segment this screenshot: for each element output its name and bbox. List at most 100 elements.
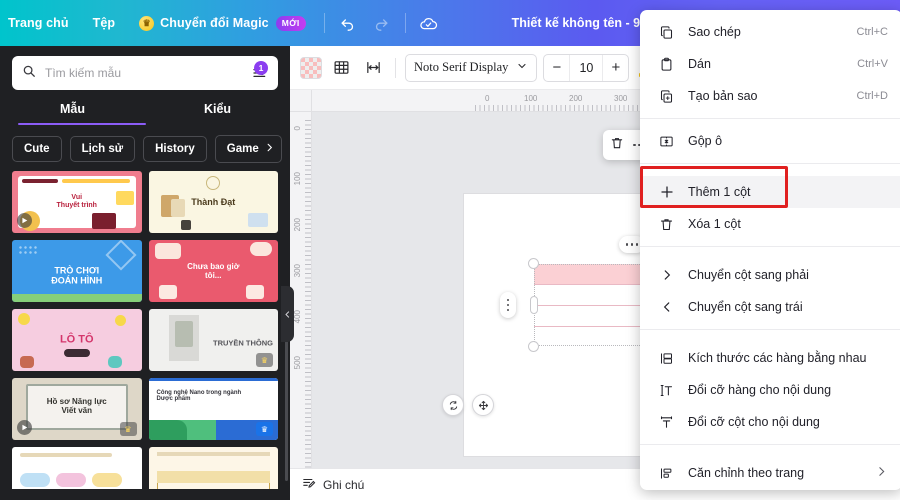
font-size-value[interactable]: 10 bbox=[569, 54, 604, 81]
font-size-decrease-button[interactable]: − bbox=[544, 55, 569, 81]
menu-item-duplicate-label: Tạo bản sao bbox=[688, 89, 758, 103]
font-family-value: Noto Serif Display bbox=[414, 60, 509, 74]
menu-item-copy[interactable]: Sao chép Ctrl+C bbox=[640, 16, 900, 48]
template-title: Hồ sơ Năng lực Viết văn bbox=[46, 396, 107, 415]
submenu-chevron-right-icon bbox=[875, 465, 888, 481]
font-size-increase-button[interactable]: + bbox=[603, 55, 628, 81]
ruler-tick: 100 bbox=[293, 172, 302, 186]
ruler-tick: 200 bbox=[293, 218, 302, 232]
chip-cute[interactable]: Cute bbox=[12, 136, 62, 162]
template-card[interactable]: Vui Thuyết trình bbox=[12, 171, 142, 233]
template-title: Công nghệ Nano trong ngành Dược phẩm bbox=[156, 389, 242, 403]
crown-badge: ♛ bbox=[256, 422, 273, 436]
ruler-tick: 300 bbox=[293, 264, 302, 278]
template-card[interactable]: Công nghệ Nano trong ngành Dược phẩm ♛ bbox=[148, 378, 278, 440]
template-card[interactable]: TRUYỀN THÔNG ♛ bbox=[148, 309, 278, 371]
menu-item-fit-column-to-content[interactable]: Đổi cỡ cột cho nội dung bbox=[640, 406, 900, 438]
copy-icon bbox=[658, 25, 675, 40]
menu-home-label: Trang chủ bbox=[8, 16, 69, 30]
sidebar-collapse-button[interactable] bbox=[281, 286, 294, 342]
chip-lich-su[interactable]: Lịch sử bbox=[69, 136, 136, 162]
menu-magic-switch[interactable]: ♛ Chuyển đổi Magic MỚI bbox=[127, 0, 317, 46]
template-title: LÔ TÔ bbox=[59, 333, 94, 346]
search-input[interactable]: Tìm kiếm mẫu 1 bbox=[12, 56, 278, 90]
chevron-right-icon[interactable] bbox=[264, 142, 275, 156]
menu-file[interactable]: Tệp bbox=[81, 0, 128, 46]
menu-item-move-column-right-label: Chuyển cột sang phải bbox=[688, 268, 809, 282]
cloud-saved-icon[interactable] bbox=[414, 8, 444, 38]
ruler-tick: 500 bbox=[293, 356, 302, 370]
redo-icon[interactable] bbox=[367, 8, 397, 38]
column-width-icon[interactable] bbox=[360, 55, 386, 81]
menu-divider bbox=[640, 329, 900, 330]
menu-file-label: Tệp bbox=[92, 16, 116, 30]
play-icon[interactable] bbox=[17, 213, 32, 228]
menu-home[interactable]: Trang chủ bbox=[0, 0, 81, 46]
resize-handle-bottom-left[interactable] bbox=[528, 341, 539, 352]
crown-badge: ♛ bbox=[119, 422, 137, 436]
menu-item-fit-column-to-content-label: Đổi cỡ cột cho nội dung bbox=[688, 415, 820, 429]
font-size-stepper[interactable]: − 10 + bbox=[543, 53, 630, 82]
menu-item-paste-shortcut: Ctrl+V bbox=[857, 58, 888, 70]
chevron-right-icon bbox=[658, 268, 675, 282]
menu-item-paste[interactable]: Dán Ctrl+V bbox=[640, 48, 900, 80]
search-area: Tìm kiếm mẫu 1 bbox=[0, 46, 290, 90]
template-card[interactable]: LÔ TÔ bbox=[12, 309, 142, 371]
template-card[interactable]: TRÒ CHƠI ĐOÁN HÌNH bbox=[12, 240, 142, 302]
template-title: TRUYỀN THÔNG bbox=[213, 338, 273, 348]
template-card[interactable]: Hồ sơ Năng lực Viết văn ♛ bbox=[12, 378, 142, 440]
tab-styles[interactable]: Kiểu bbox=[145, 102, 290, 125]
cell-color-swatch[interactable] bbox=[300, 56, 322, 79]
filter-icon[interactable]: 1 bbox=[250, 61, 270, 83]
template-grid: Vui Thuyết trình Thành Đạt TRÒ CHƠI ĐOÁN H… bbox=[0, 171, 290, 489]
crown-badge: ♛ bbox=[256, 353, 273, 367]
resize-handle-top-left[interactable] bbox=[528, 258, 539, 269]
menu-item-fit-row-to-content[interactable]: Đổi cỡ hàng cho nội dung bbox=[640, 374, 900, 406]
chevron-down-icon bbox=[516, 60, 528, 76]
menu-item-move-column-right[interactable]: Chuyển cột sang phải bbox=[640, 259, 900, 291]
filter-count-badge: 1 bbox=[254, 61, 268, 75]
status-badge-new: MỚI bbox=[275, 15, 306, 31]
template-card[interactable] bbox=[148, 447, 278, 489]
menu-item-align-to-page-label: Căn chỉnh theo trang bbox=[688, 466, 805, 480]
chip-history-label: History bbox=[155, 143, 195, 155]
rotate-icon[interactable] bbox=[442, 394, 464, 416]
menu-divider bbox=[640, 246, 900, 247]
table-context-menu[interactable]: Sao chép Ctrl+C Dán Ctrl+V Tạo bản sao C… bbox=[640, 10, 900, 490]
move-icon[interactable] bbox=[472, 394, 494, 416]
template-card[interactable]: Thành Đạt bbox=[148, 171, 278, 233]
menu-item-merge-cells[interactable]: Gộp ô bbox=[640, 125, 900, 157]
menu-item-add-column[interactable]: Thêm 1 cột bbox=[640, 176, 900, 208]
undo-icon[interactable] bbox=[333, 8, 363, 38]
menu-item-align-to-page[interactable]: Căn chỉnh theo trang bbox=[640, 457, 900, 489]
sidebar-tabs: Mẫu Kiểu bbox=[0, 102, 290, 125]
menu-item-copy-label: Sao chép bbox=[688, 25, 741, 39]
toolbar-divider bbox=[323, 13, 325, 33]
template-title: Chưa bao giờ tôi... bbox=[187, 261, 240, 280]
resize-handle-left[interactable] bbox=[530, 296, 538, 314]
table-icon[interactable] bbox=[328, 55, 354, 81]
play-icon[interactable] bbox=[17, 420, 32, 435]
chevron-left-icon bbox=[658, 300, 675, 314]
font-family-select[interactable]: Noto Serif Display bbox=[405, 53, 538, 82]
ruler-tick: 200 bbox=[569, 94, 583, 103]
template-card[interactable] bbox=[12, 447, 142, 489]
paste-icon bbox=[658, 57, 675, 72]
menu-item-paste-label: Dán bbox=[688, 57, 711, 71]
menu-item-equal-row-sizes[interactable]: Kích thước các hàng bằng nhau bbox=[640, 342, 900, 374]
menu-item-delete-column[interactable]: Xóa 1 cột bbox=[640, 208, 900, 240]
menu-item-move-column-left-label: Chuyển cột sang trái bbox=[688, 300, 803, 314]
menu-item-move-column-left[interactable]: Chuyển cột sang trái bbox=[640, 291, 900, 323]
trash-icon[interactable] bbox=[610, 136, 624, 155]
ruler-tick: 0 bbox=[293, 126, 302, 131]
menu-divider bbox=[640, 444, 900, 445]
row-options-icon[interactable] bbox=[500, 292, 516, 318]
sidebar-scrollbar[interactable] bbox=[285, 341, 288, 481]
menu-item-duplicate[interactable]: Tạo bản sao Ctrl+D bbox=[640, 80, 900, 112]
equal-rows-icon bbox=[658, 351, 675, 366]
chip-history[interactable]: History bbox=[143, 136, 207, 162]
template-card[interactable]: Chưa bao giờ tôi... bbox=[148, 240, 278, 302]
chip-game-label: Game bbox=[226, 143, 259, 155]
chip-game[interactable]: Game bbox=[214, 135, 282, 163]
tab-templates[interactable]: Mẫu bbox=[0, 102, 145, 125]
